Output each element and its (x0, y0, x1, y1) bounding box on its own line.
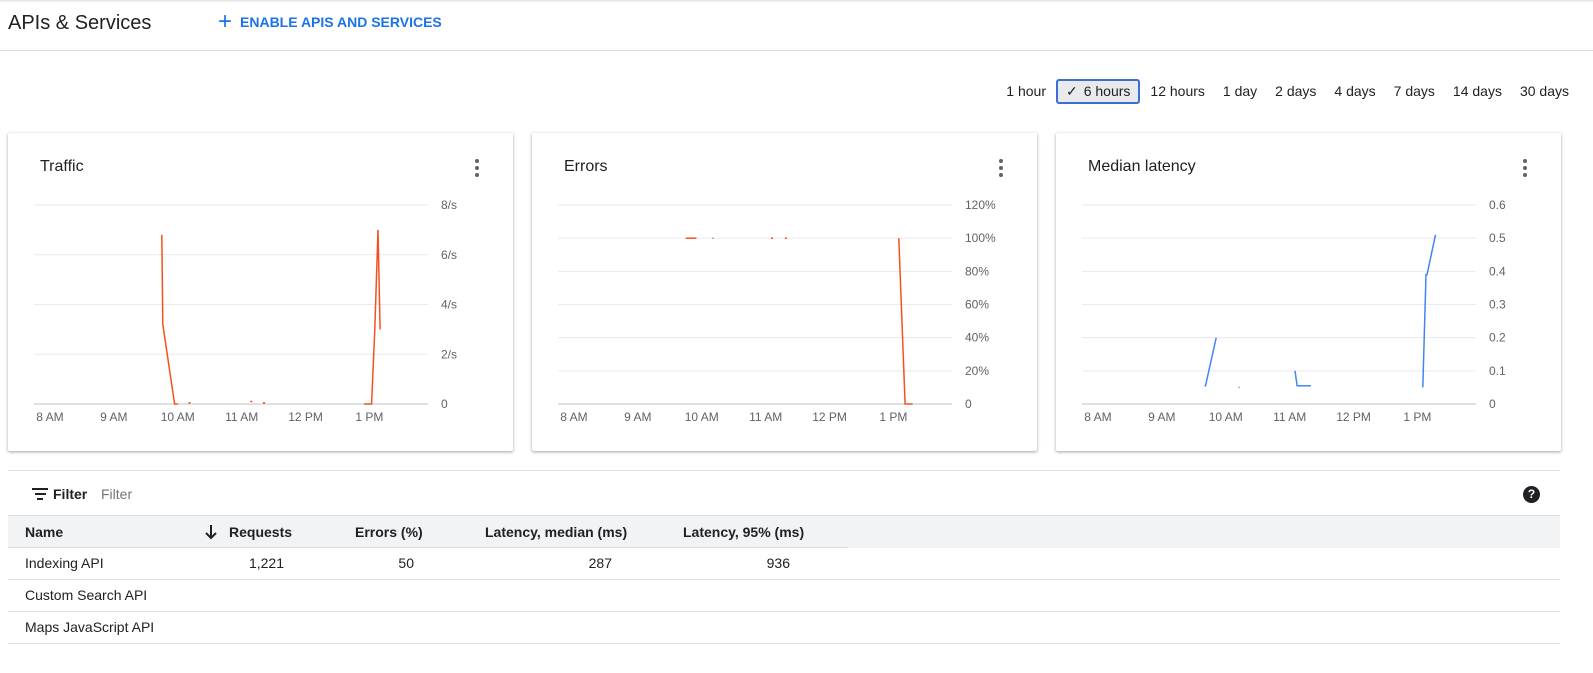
y-tick-label: 120% (965, 198, 996, 212)
time-range-label: 14 days (1452, 83, 1502, 99)
latency-median-cell: 287 (588, 555, 612, 571)
x-tick-label: 8 AM (36, 410, 63, 424)
traffic-chart: 0 2/s 4/s 6/s 8/s 8 AM 9 AM 10 AM 11 AM 12 PM 1 PM (34, 198, 457, 424)
series-line (1422, 234, 1437, 388)
column-latency-95[interactable]: Latency, 95% (ms) (683, 524, 804, 540)
column-errors[interactable]: Errors (%) (355, 524, 423, 540)
x-tick-label: 11 AM (1273, 410, 1306, 424)
x-tick-label: 12 PM (1336, 410, 1371, 424)
time-range-label: 30 days (1519, 83, 1569, 99)
y-tick-label: 0 (441, 397, 448, 411)
time-range-12-hours[interactable]: 12 hours (1142, 79, 1212, 104)
series-line (1204, 337, 1217, 387)
x-tick-label: 11 AM (225, 410, 258, 424)
table-header: Name Requests Errors (%) Latency, median… (8, 515, 1560, 548)
x-tick-label: 10 AM (1209, 410, 1243, 424)
page-header: APIs & Services + ENABLE APIS AND SERVIC… (0, 0, 1593, 51)
time-range-label: 1 hour (1006, 83, 1046, 99)
x-tick-label: 12 PM (288, 410, 323, 424)
time-range-7-days[interactable]: 7 days (1386, 79, 1443, 104)
page-title: APIs & Services (8, 12, 152, 34)
column-name[interactable]: Name (25, 524, 63, 540)
filter-label: Filter (53, 486, 88, 502)
enable-apis-button[interactable]: + ENABLE APIS AND SERVICES (218, 8, 442, 35)
y-tick-label: 0.6 (1489, 198, 1506, 212)
x-tick-label: 10 AM (685, 410, 719, 424)
time-range-2-days[interactable]: 2 days (1267, 79, 1324, 104)
y-tick-label: 0.3 (1489, 298, 1506, 312)
x-tick-label: 9 AM (1148, 410, 1175, 424)
api-table: Name Requests Errors (%) Latency, median… (8, 515, 1560, 644)
time-range-label: 4 days (1334, 83, 1376, 99)
x-tick-label: 12 PM (812, 410, 847, 424)
y-tick-label: 0.4 (1489, 264, 1506, 278)
latency-95-cell: 936 (766, 555, 790, 571)
x-tick-label: 1 PM (355, 410, 383, 424)
time-range-label: 1 day (1222, 83, 1258, 99)
x-tick-label: 10 AM (161, 410, 195, 424)
time-range-selector: 1 hour ✓ 6 hours 12 hours 1 day 2 days 4 days 7… (996, 79, 1577, 104)
time-range-label: 7 days (1393, 83, 1435, 99)
time-range-30-days[interactable]: 30 days (1512, 79, 1577, 104)
time-range-label: 2 days (1275, 83, 1317, 99)
help-icon[interactable]: ? (1523, 486, 1540, 503)
y-tick-label: 80% (965, 264, 989, 278)
x-tick-label: 9 AM (100, 410, 127, 424)
time-range-1-day[interactable]: 1 day (1215, 79, 1265, 104)
x-tick-label: 8 AM (1084, 410, 1111, 424)
time-range-label: 12 hours (1150, 83, 1205, 99)
enable-apis-label: ENABLE APIS AND SERVICES (240, 14, 442, 30)
table-row[interactable]: Maps JavaScript API (8, 612, 1560, 644)
y-tick-label: 100% (965, 231, 996, 245)
x-tick-label: 1 PM (879, 410, 907, 424)
name-cell[interactable]: Indexing API (25, 555, 104, 571)
filter-input[interactable] (101, 486, 401, 502)
time-range-4-days[interactable]: 4 days (1326, 79, 1383, 104)
plus-icon: + (218, 8, 233, 35)
series-line (1294, 370, 1311, 387)
y-tick-label: 0 (1489, 397, 1496, 411)
traffic-card: Traffic 0 2/s 4/s 6/s 8/s 8 AM 9 AM 10 AM 11 AM 1… (8, 133, 513, 451)
errors-chart: 0 20% 40% 60% 80% 100% 120% 8 AM 9 AM 10 AM 11 AM 1… (558, 198, 996, 424)
y-tick-label: 2/s (441, 347, 457, 361)
y-tick-label: 0.1 (1489, 364, 1506, 378)
table-row[interactable]: Custom Search API (8, 580, 1560, 612)
latency-card: Median latency 0 0.1 0.2 0.3 0.4 0.5 0.6 8 AM 9 … (1056, 133, 1561, 451)
y-tick-label: 6/s (441, 248, 457, 262)
x-tick-label: 1 PM (1403, 410, 1431, 424)
time-range-6-hours[interactable]: ✓ 6 hours (1055, 79, 1141, 104)
y-tick-label: 60% (965, 298, 989, 312)
time-range-label: 6 hours (1083, 83, 1131, 99)
y-tick-label: 20% (965, 364, 989, 378)
x-tick-label: 11 AM (749, 410, 782, 424)
x-tick-label: 8 AM (560, 410, 587, 424)
y-tick-label: 40% (965, 331, 989, 345)
y-tick-label: 0.5 (1489, 231, 1506, 245)
y-tick-label: 8/s (441, 198, 457, 212)
series-line (161, 234, 178, 405)
check-icon: ✓ (1065, 83, 1078, 99)
table-row[interactable]: Indexing API 1,221 50 287 936 (8, 548, 1560, 580)
column-requests[interactable]: Requests (229, 524, 292, 540)
column-latency-median[interactable]: Latency, median (ms) (485, 524, 627, 540)
errors-card: Errors 0 20% 40% 60% 80% 100% 120% 8 AM 9 AM 10 A… (532, 133, 1037, 451)
y-tick-label: 0 (965, 397, 972, 411)
errors-cell: 50 (398, 555, 414, 571)
y-tick-label: 0.2 (1489, 331, 1506, 345)
time-range-1-hour[interactable]: 1 hour (998, 79, 1054, 104)
x-tick-label: 9 AM (624, 410, 651, 424)
arrow-down-icon[interactable] (204, 523, 218, 541)
time-range-14-days[interactable]: 14 days (1445, 79, 1510, 104)
name-cell[interactable]: Maps JavaScript API (25, 619, 154, 635)
name-cell[interactable]: Custom Search API (25, 587, 147, 603)
latency-chart: 0 0.1 0.2 0.3 0.4 0.5 0.6 8 AM 9 AM 10 AM 11 AM 12 … (1082, 198, 1506, 424)
series-line (898, 238, 913, 405)
series-line (364, 229, 381, 405)
filter-list-icon[interactable] (31, 488, 49, 502)
y-tick-label: 4/s (441, 298, 457, 312)
requests-cell: 1,221 (248, 555, 284, 571)
filter-bar: Filter ? (8, 470, 1560, 515)
